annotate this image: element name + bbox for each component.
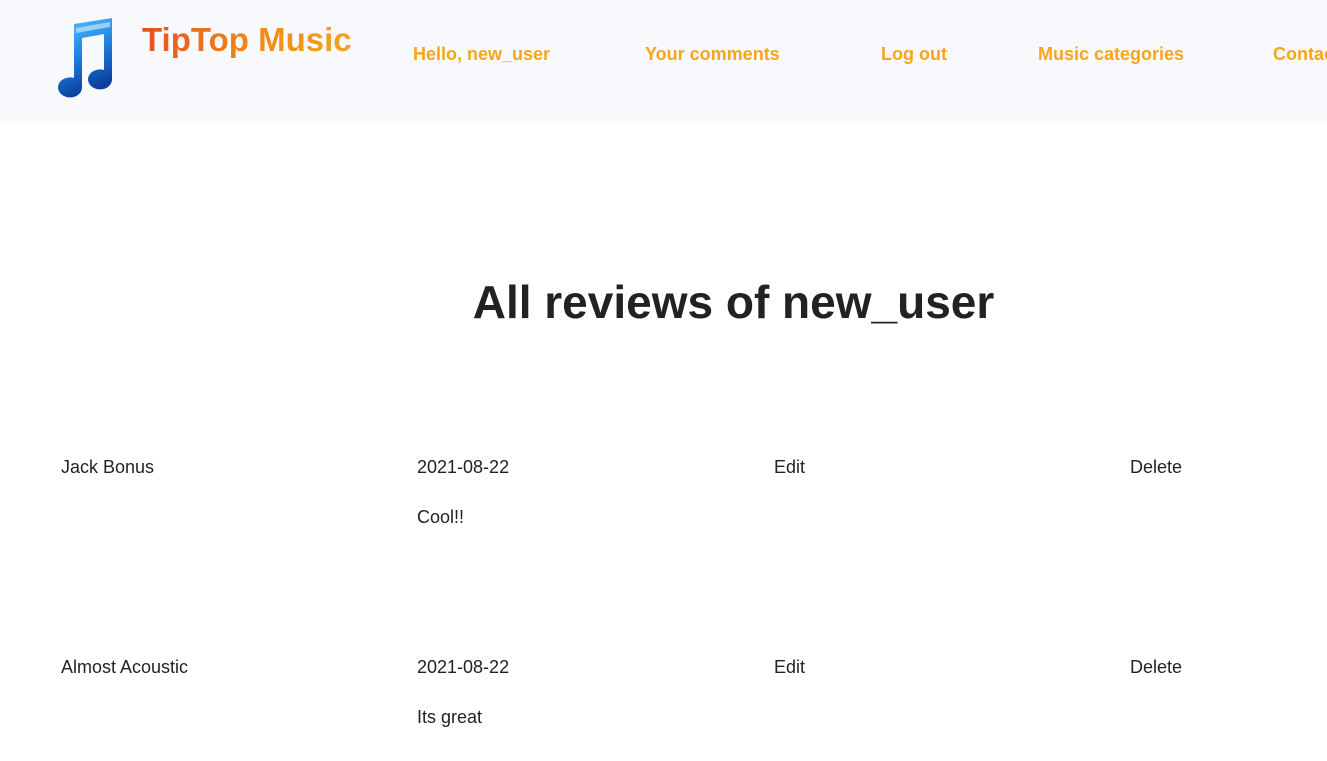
site-header: TipTop Music Hello, new_user Your commen… xyxy=(0,0,1327,121)
review-comment: Cool!! xyxy=(417,507,465,527)
review-comment: Its great xyxy=(417,707,483,727)
delete-review-link[interactable]: Delete xyxy=(1130,655,1182,679)
nav-your-comments[interactable]: Your comments xyxy=(645,42,780,66)
brand-logo-text[interactable]: TipTop Music xyxy=(142,18,352,62)
review-date: 2021-08-22 xyxy=(417,657,510,677)
edit-review-link[interactable]: Edit xyxy=(774,655,805,679)
edit-review-link[interactable]: Edit xyxy=(774,455,805,479)
nav-log-out[interactable]: Log out xyxy=(881,42,947,66)
nav-music-categories[interactable]: Music categories xyxy=(1038,42,1184,66)
music-note-icon[interactable] xyxy=(52,18,118,98)
page-title: All reviews of new_user xyxy=(472,276,995,328)
nav-hello-user[interactable]: Hello, new_user xyxy=(413,42,550,66)
review-album: Almost Acoustic xyxy=(61,657,189,677)
nav-contact[interactable]: Contact xyxy=(1273,42,1327,66)
review-date: 2021-08-22 xyxy=(417,457,510,477)
delete-review-link[interactable]: Delete xyxy=(1130,455,1182,479)
review-album: Jack Bonus xyxy=(61,457,155,477)
